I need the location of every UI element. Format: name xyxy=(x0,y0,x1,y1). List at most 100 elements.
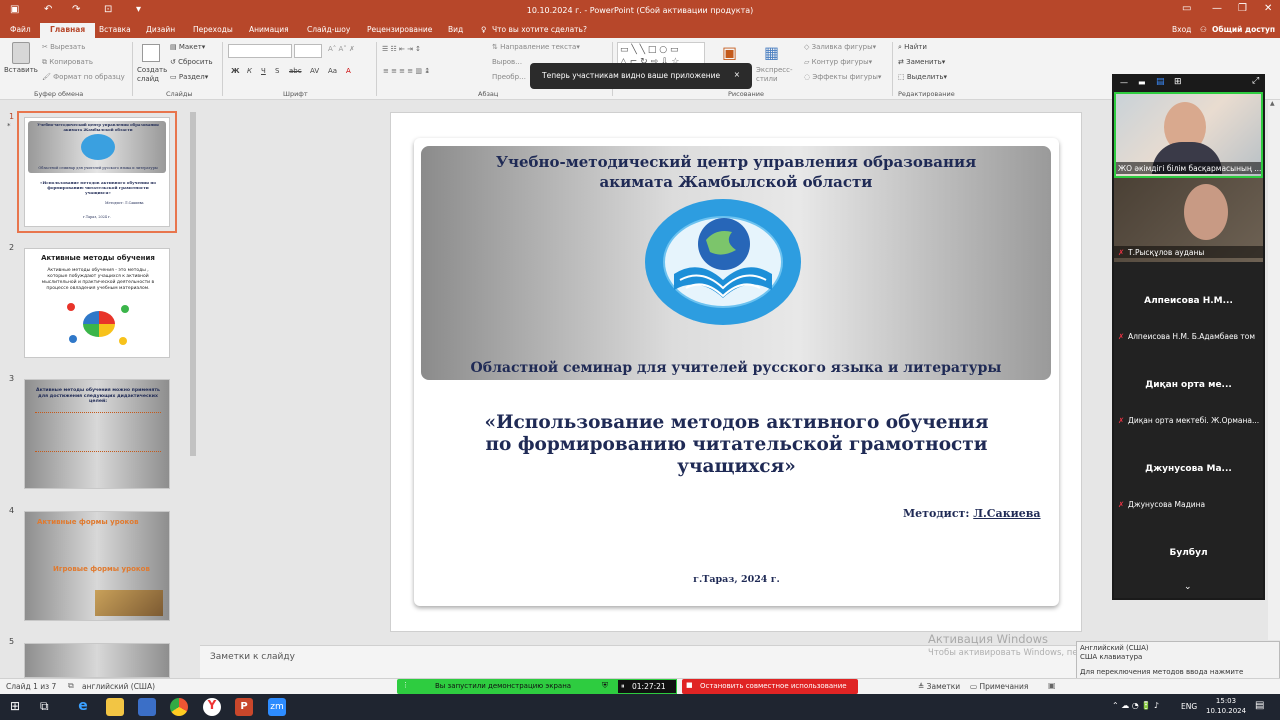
arrange-icon[interactable]: ▣ xyxy=(722,43,742,63)
powerpoint-icon[interactable]: P xyxy=(235,698,253,716)
tray-clock[interactable]: 15:03 10.10.2024 xyxy=(1206,696,1246,716)
replace-button[interactable]: ⇄ Заменить▾ xyxy=(898,58,945,66)
minimize-video-icon[interactable]: — xyxy=(1120,78,1128,87)
copy-button[interactable]: ⧉ Копировать xyxy=(42,58,93,67)
tab-animation[interactable]: Анимация xyxy=(249,25,289,34)
toast-close-icon[interactable]: × xyxy=(734,70,740,79)
paste-button[interactable]: Вставить xyxy=(4,66,38,74)
sign-in-link[interactable]: Вход xyxy=(1172,25,1191,34)
slide-author[interactable]: Методист: Л.Сакиева xyxy=(903,507,1041,520)
char-spacing-button[interactable]: AV xyxy=(310,67,319,75)
notes-button[interactable]: ≜ Заметки xyxy=(918,682,960,691)
select-button[interactable]: ⬚ Выделить▾ xyxy=(898,73,947,81)
close-window-icon[interactable]: ✕ xyxy=(1264,3,1272,14)
windows-start-icon[interactable]: ⊞ xyxy=(10,699,20,713)
slide-thumb-4[interactable]: Активные формы уроков Игровые формы урок… xyxy=(24,511,170,621)
tab-home[interactable]: Главная xyxy=(40,23,96,38)
underline-button[interactable]: Ч xyxy=(261,67,266,75)
slide-org-name[interactable]: Учебно-методический центр управления обр… xyxy=(421,152,1051,192)
stop-share-button[interactable]: ■ Остановить совместное использование xyxy=(682,679,858,694)
list-buttons[interactable]: ☰ ☷ ⇤ ⇥ ↕ xyxy=(382,45,421,53)
reset-button[interactable]: ↺ Сбросить xyxy=(170,58,213,66)
tab-transitions[interactable]: Переходы xyxy=(193,25,233,34)
file-explorer-icon[interactable] xyxy=(106,698,124,716)
font-size-select[interactable] xyxy=(294,44,322,58)
scroll-up-icon[interactable]: ▲ xyxy=(1270,100,1275,107)
edge-icon[interactable]: e xyxy=(74,698,92,716)
share-drag-icon[interactable]: ⋮ xyxy=(402,681,409,689)
participant-tile[interactable]: Булбул ⌄ xyxy=(1114,514,1263,598)
yandex-icon[interactable]: Y xyxy=(203,698,221,716)
quick-styles-button[interactable]: Экспресс-стили xyxy=(756,66,796,84)
italic-button[interactable]: К xyxy=(247,67,252,75)
shape-fill-button[interactable]: ◇ Заливка фигуры▾ xyxy=(804,43,876,51)
scroll-down-icon[interactable]: ⌄ xyxy=(1184,582,1192,592)
store-icon[interactable] xyxy=(138,698,156,716)
paste-icon[interactable] xyxy=(12,42,30,64)
minimize-icon[interactable]: — xyxy=(1212,3,1222,14)
new-slide-icon[interactable] xyxy=(142,44,160,62)
scrollbar-thumb[interactable] xyxy=(190,112,196,456)
tab-design[interactable]: Дизайн xyxy=(146,25,175,34)
font-color-button[interactable]: A xyxy=(346,67,351,75)
tell-me-search[interactable]: Что вы хотите сделать? xyxy=(492,25,587,34)
format-painter-button[interactable]: 🖌 Формат по образцу xyxy=(42,73,125,81)
layout-button[interactable]: ▤ Макет▾ xyxy=(170,43,205,51)
section-button[interactable]: ▭ Раздел▾ xyxy=(170,73,208,81)
font-family-select[interactable] xyxy=(228,44,292,58)
slide-thumb-2[interactable]: Активные методы обучения Активные методы… xyxy=(24,248,170,358)
gallery-view-icon[interactable]: ⊞ xyxy=(1174,77,1182,87)
comments-button[interactable]: ▭ Примечания xyxy=(970,682,1028,691)
school-logo-icon[interactable] xyxy=(644,198,802,326)
speaker-view-icon[interactable]: ▤ xyxy=(1156,77,1165,87)
tab-review[interactable]: Рецензирование xyxy=(367,25,432,34)
normal-view-icon[interactable]: ▣ xyxy=(1048,681,1056,690)
shadow-button[interactable]: S xyxy=(275,67,279,75)
tray-icons[interactable]: ⌃ ☁ ◔ 🔋 ♪ xyxy=(1112,701,1159,710)
shape-outline-button[interactable]: ▱ Контур фигуры▾ xyxy=(804,58,872,66)
find-button[interactable]: ⌕ Найти xyxy=(898,43,927,52)
tab-file[interactable]: Файл xyxy=(10,25,31,34)
align-text-button[interactable]: Выров… xyxy=(492,58,522,66)
slide-footer[interactable]: г.Тараз, 2024 г. xyxy=(414,574,1059,585)
participant-tile[interactable]: Диқан орта ме... ✗ Диқан орта мектебі. Ж… xyxy=(1114,346,1263,430)
participant-tile[interactable]: Алпеисова Н.М... ✗ Алпеисова Н.М. Б.Адам… xyxy=(1114,262,1263,346)
font-size-controls[interactable]: A˄ A˅ ✗ xyxy=(328,45,355,53)
ribbon-display-icon[interactable]: ▭ xyxy=(1182,3,1191,14)
expand-icon[interactable]: ⤢ xyxy=(1252,76,1259,86)
smartart-button[interactable]: Преобр… xyxy=(492,73,526,81)
text-direction-button[interactable]: ⇅ Направление текста▾ xyxy=(492,43,580,51)
slide-thumb-1[interactable]: Учебно-методический центр управления обр… xyxy=(24,117,170,227)
share-button[interactable]: Общий доступ xyxy=(1212,25,1275,34)
strikethrough-button[interactable]: abc xyxy=(289,67,302,75)
change-case-button[interactable]: Aa xyxy=(328,67,337,75)
thumbnail-scrollbar[interactable] xyxy=(189,104,197,664)
slide-thumb-5[interactable] xyxy=(24,643,170,678)
tab-view[interactable]: Вид xyxy=(448,25,463,34)
tab-slideshow[interactable]: Слайд-шоу xyxy=(307,25,350,34)
align-buttons[interactable]: ≡ ≡ ≡ ≡ ▥ ↨ xyxy=(383,67,430,75)
participant-tile-video[interactable]: ЖО әкімдігі білім басқармасының ... xyxy=(1114,92,1263,178)
language-status[interactable]: английский (США) xyxy=(82,682,155,691)
chrome-icon[interactable] xyxy=(170,698,188,716)
tray-language[interactable]: ENG xyxy=(1181,702,1197,711)
bold-button[interactable]: Ж xyxy=(231,67,240,75)
task-view-icon[interactable]: ⧉ xyxy=(40,699,49,714)
slide-title[interactable]: «Использование методов активного обучени… xyxy=(414,412,1059,478)
participant-tile-video[interactable]: ✗ Т.Рысқұлов ауданы xyxy=(1114,178,1263,262)
slide-seminar[interactable]: Областной семинар для учителей русского … xyxy=(421,360,1051,376)
cut-button[interactable]: ✂ Вырезать xyxy=(42,43,85,51)
quick-styles-icon[interactable]: ▦ xyxy=(764,43,786,65)
tab-insert[interactable]: Вставка xyxy=(99,25,131,34)
restore-icon[interactable]: ❐ xyxy=(1238,3,1247,14)
shape-effects-button[interactable]: ◌ Эффекты фигуры▾ xyxy=(804,73,881,81)
hide-video-icon[interactable]: ▬ xyxy=(1138,78,1146,87)
participant-tile[interactable]: Джунусова Ма... ✗ Джунусова Мадина xyxy=(1114,430,1263,514)
spellcheck-icon[interactable]: ⧉ xyxy=(68,681,74,691)
zoom-app-icon[interactable]: zm xyxy=(268,698,286,716)
notifications-icon[interactable]: ▤ xyxy=(1255,700,1264,711)
right-scrollbar[interactable]: ▲ xyxy=(1268,100,1280,640)
pause-icon[interactable]: ⏸ xyxy=(621,682,625,691)
new-slide-button[interactable]: Создать слайд xyxy=(137,66,167,84)
slide-thumb-3[interactable]: Активные методы обучения можно применять… xyxy=(24,379,170,489)
